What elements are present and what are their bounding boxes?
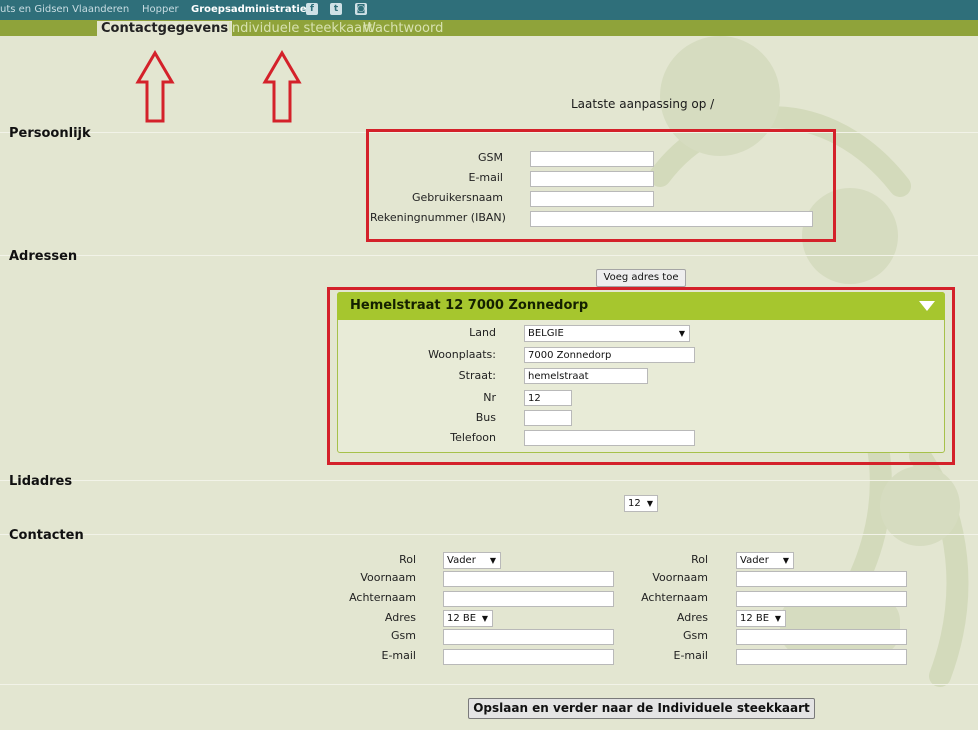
- contact2-voornaam-label: Voornaam: [652, 571, 708, 584]
- chevron-down-icon: ▼: [774, 614, 781, 623]
- section-divider: [0, 684, 978, 685]
- contact2-email-label: E-mail: [673, 649, 709, 662]
- chevron-down-icon: ▼: [489, 556, 496, 565]
- contact2-achternaam-input[interactable]: [736, 591, 907, 607]
- telefoon-label: Telefoon: [450, 431, 496, 444]
- save-and-continue-button[interactable]: Opslaan en verder naar de Individuele st…: [468, 698, 815, 719]
- section-title-lidadres: Lidadres: [9, 474, 73, 489]
- facebook-icon[interactable]: f: [306, 3, 318, 15]
- tab-wachtwoord[interactable]: Wachtwoord: [363, 21, 443, 36]
- groepsadministratie-link[interactable]: Groepsadministratie: [191, 4, 307, 15]
- section-title-contacten: Contacten: [9, 528, 84, 543]
- address-title: Hemelstraat 12 7000 Zonnedorp: [350, 298, 589, 313]
- straat-label: Straat:: [458, 369, 496, 382]
- chevron-down-icon: ▼: [782, 556, 789, 565]
- contact2-adres-select[interactable]: 12 BE ▼: [736, 610, 786, 627]
- land-label: Land: [469, 326, 496, 339]
- contact1-adres-label: Adres: [384, 611, 416, 624]
- tab-individuele-steekkaart[interactable]: Individuele steekkaart: [228, 21, 373, 36]
- contact2-rol-select[interactable]: Vader ▼: [736, 552, 794, 569]
- contact2-gsm-label: Gsm: [683, 629, 708, 642]
- contact1-adres-select[interactable]: 12 BE ▼: [443, 610, 493, 627]
- section-divider: [0, 480, 978, 481]
- contact2-achternaam-label: Achternaam: [641, 591, 708, 604]
- contact2-voornaam-input[interactable]: [736, 571, 907, 587]
- chevron-down-icon: ▼: [481, 614, 488, 623]
- telefoon-input[interactable]: [524, 430, 695, 446]
- section-divider: [0, 255, 978, 256]
- contact1-voornaam-input[interactable]: [443, 571, 614, 587]
- contact1-email-input[interactable]: [443, 649, 614, 665]
- tab-contactgegevens[interactable]: Contactgegevens: [97, 21, 233, 38]
- straat-input[interactable]: [524, 368, 648, 384]
- contact1-achternaam-input[interactable]: [443, 591, 614, 607]
- add-address-button[interactable]: Voeg adres toe: [596, 269, 686, 287]
- section-divider: [0, 534, 978, 535]
- contact1-rol-label: Rol: [399, 553, 416, 566]
- instagram-icon[interactable]: ◙: [355, 3, 367, 15]
- collapse-triangle-icon[interactable]: [919, 301, 935, 311]
- top-navigation-bar: uts en Gidsen Vlaanderen Hopper Groepsad…: [0, 0, 978, 20]
- contact2-gsm-input[interactable]: [736, 629, 907, 645]
- gsm-input[interactable]: [530, 151, 654, 167]
- contact1-voornaam-label: Voornaam: [360, 571, 416, 584]
- iban-input[interactable]: [530, 211, 813, 227]
- woonplaats-label: Woonplaats:: [428, 348, 496, 361]
- username-input[interactable]: [530, 191, 654, 207]
- contact1-gsm-label: Gsm: [391, 629, 416, 642]
- lidadres-select[interactable]: 12 ▼: [624, 495, 658, 512]
- annotation-arrow-up: [262, 50, 302, 123]
- tab-bar: Contactgegevens Individuele steekkaart W…: [0, 20, 978, 38]
- land-select[interactable]: BELGIE ▼: [524, 325, 690, 342]
- last-modified-text: Laatste aanpassing op /: [571, 97, 715, 111]
- annotation-arrow-up: [135, 50, 175, 123]
- section-title-persoonlijk: Persoonlijk: [9, 126, 91, 141]
- address-panel-header[interactable]: Hemelstraat 12 7000 Zonnedorp: [337, 292, 945, 320]
- chevron-down-icon: ▼: [646, 499, 653, 508]
- contact1-rol-select[interactable]: Vader ▼: [443, 552, 501, 569]
- nr-input[interactable]: [524, 390, 572, 406]
- gsm-label: GSM: [478, 151, 503, 164]
- contact2-email-input[interactable]: [736, 649, 907, 665]
- contact1-email-label: E-mail: [381, 649, 417, 662]
- username-label: Gebruikersnaam: [412, 191, 503, 204]
- email-input[interactable]: [530, 171, 654, 187]
- nr-label: Nr: [483, 391, 496, 404]
- bus-label: Bus: [475, 411, 496, 424]
- woonplaats-input[interactable]: [524, 347, 695, 363]
- section-title-adressen: Adressen: [9, 249, 78, 264]
- twitter-icon[interactable]: t: [330, 3, 342, 15]
- hopper-link[interactable]: Hopper: [142, 4, 179, 15]
- contact1-achternaam-label: Achternaam: [349, 591, 416, 604]
- contact2-adres-label: Adres: [676, 611, 708, 624]
- bus-input[interactable]: [524, 410, 572, 426]
- contact2-rol-label: Rol: [691, 553, 708, 566]
- chevron-down-icon: ▼: [678, 329, 685, 338]
- contact1-gsm-input[interactable]: [443, 629, 614, 645]
- site-link[interactable]: uts en Gidsen Vlaanderen: [0, 4, 129, 15]
- iban-label: Rekeningnummer (IBAN): [370, 211, 506, 224]
- email-label: E-mail: [468, 171, 504, 184]
